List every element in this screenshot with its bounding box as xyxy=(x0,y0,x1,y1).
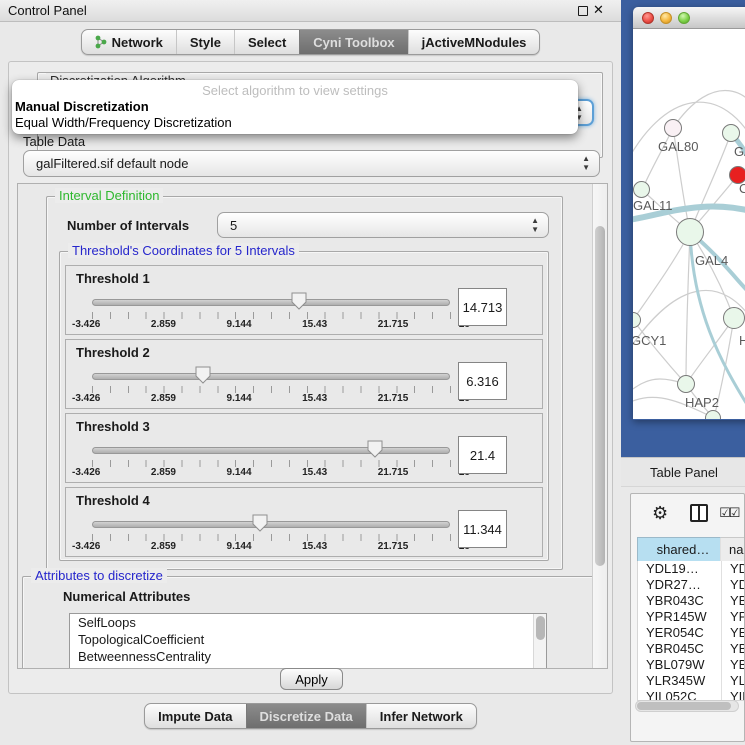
table-row[interactable]: YDL19…YDL1 xyxy=(638,561,745,577)
float-window-icon[interactable] xyxy=(578,6,588,16)
network-node[interactable] xyxy=(705,410,721,419)
table-data-value: galFiltered.sif default node xyxy=(36,156,188,171)
threshold-1-value[interactable]: 14.713 xyxy=(458,288,507,326)
table-row[interactable]: YER054CYER0 xyxy=(638,625,745,641)
list-item[interactable]: SelfLoops xyxy=(70,614,546,631)
select-columns-icon[interactable]: ☑☑ xyxy=(719,505,738,521)
threshold-1-panel: Threshold 1 -3.4262.8599.144 15.4321.715… xyxy=(65,265,543,335)
settings-scroll-panel: Interval Definition Number of Intervals … xyxy=(17,183,608,669)
network-desktop: GAL80 GA C GAL11 GAL4 GCY1 H HAP2 xyxy=(621,0,745,457)
dropdown-option-equal-width[interactable]: Equal Width/Frequency Discretization xyxy=(12,114,578,130)
gear-icon[interactable]: ⚙ xyxy=(652,503,668,524)
minimize-traffic-light-icon[interactable] xyxy=(660,12,672,24)
dropdown-placeholder-option[interactable]: Select algorithm to view settings xyxy=(12,80,578,98)
node-label: H xyxy=(739,333,745,348)
column-header-name[interactable]: na xyxy=(721,537,745,561)
threshold-3-value[interactable]: 21.4 xyxy=(458,436,507,474)
close-icon[interactable]: ✕ xyxy=(593,2,604,18)
network-window-titlebar[interactable] xyxy=(633,7,745,29)
node-label: GAL11 xyxy=(633,198,673,213)
interval-definition-group: Interval Definition Number of Intervals … xyxy=(46,196,563,570)
settings-scrollbar[interactable] xyxy=(592,184,607,668)
threshold-2-value[interactable]: 6.316 xyxy=(458,362,507,400)
tab-discretize-data[interactable]: Discretize Data xyxy=(246,704,366,728)
tab-network[interactable]: Network xyxy=(82,30,176,54)
table-panel: ⚙ ☑☑ shared… na YDL19…YDL1 YDR27…YDR2 YB… xyxy=(630,493,745,742)
tab-style[interactable]: Style xyxy=(176,30,234,54)
network-node[interactable] xyxy=(677,375,695,393)
thresholds-group: Threshold's Coordinates for 5 Intervals … xyxy=(59,251,549,561)
threshold-4-slider[interactable] xyxy=(92,521,450,528)
threshold-4-panel: Threshold 4 -3.4262.8599.144 15.4321.715… xyxy=(65,487,543,557)
close-traffic-light-icon[interactable] xyxy=(642,12,654,24)
threshold-1-slider[interactable] xyxy=(92,299,450,306)
table-row[interactable]: YBR045CYBR0 xyxy=(638,641,745,657)
node-label: GCY1 xyxy=(633,333,666,348)
threshold-3-panel: Threshold 3 -3.4262.8599.144 15.4321.715… xyxy=(65,413,543,483)
top-tab-bar: Network Style Select Cyni Toolbox jActiv… xyxy=(0,29,621,55)
slider-ticks xyxy=(92,460,451,467)
tab-select[interactable]: Select xyxy=(234,30,299,54)
zoom-traffic-light-icon[interactable] xyxy=(678,12,690,24)
slider-ticks xyxy=(92,534,451,541)
table-row[interactable]: YDR27…YDR2 xyxy=(638,577,745,593)
panel-title: Control Panel xyxy=(8,3,87,18)
combo-spinner-icon: ▲▼ xyxy=(582,154,590,172)
network-node[interactable] xyxy=(723,307,745,329)
node-label: GA xyxy=(734,144,745,159)
combo-spinner-icon: ▲▼ xyxy=(531,216,539,234)
threshold-2-slider[interactable] xyxy=(92,373,450,380)
table-data-combobox[interactable]: galFiltered.sif default node ▲▼ xyxy=(23,150,600,177)
attributes-group: Attributes to discretize Numerical Attri… xyxy=(22,576,594,669)
numerical-attributes-label: Numerical Attributes xyxy=(63,589,190,604)
table-horizontal-scrollbar[interactable] xyxy=(635,700,739,712)
dropdown-option-manual[interactable]: Manual Discretization xyxy=(12,98,578,114)
tab-jactivemnodules[interactable]: jActiveMNodules xyxy=(408,30,540,54)
network-canvas[interactable]: GAL80 GA C GAL11 GAL4 GCY1 H HAP2 xyxy=(633,29,745,419)
cyni-toolbox-panel: Discretization Algorithm ▲▼ Table Data g… xyxy=(8,61,613,694)
network-icon xyxy=(95,35,107,49)
slider-ticks xyxy=(92,386,451,393)
number-of-intervals-combobox[interactable]: 5 ▲▼ xyxy=(217,212,549,238)
list-item[interactable]: BetweennessCentrality xyxy=(70,648,546,665)
table-row[interactable]: YBL079WYBL0 xyxy=(638,657,745,673)
list-scrollbar[interactable] xyxy=(533,614,546,669)
column-layout-icon[interactable] xyxy=(690,504,708,522)
network-node[interactable] xyxy=(676,218,704,246)
network-node[interactable] xyxy=(722,124,740,142)
table-row[interactable]: YLR345WYLR3 xyxy=(638,673,745,689)
slider-ticks xyxy=(92,312,451,319)
tab-cyni-toolbox[interactable]: Cyni Toolbox xyxy=(299,30,407,54)
node-label: GAL80 xyxy=(658,139,698,154)
table-row[interactable]: YPR145WYPR1 xyxy=(638,609,745,625)
list-item[interactable]: TopologicalCoefficient xyxy=(70,631,546,648)
threshold-4-value[interactable]: 11.344 xyxy=(458,510,507,548)
network-node[interactable] xyxy=(664,119,682,137)
table-row[interactable]: YBR043CYBR0 xyxy=(638,593,745,609)
table-panel-header: Table Panel xyxy=(621,457,745,487)
control-panel-titlebar: Control Panel xyxy=(0,0,621,22)
numerical-attributes-list: SelfLoops TopologicalCoefficient Between… xyxy=(69,613,547,669)
network-window: GAL80 GA C GAL11 GAL4 GCY1 H HAP2 xyxy=(633,7,745,420)
node-label: C xyxy=(739,181,745,196)
node-table: shared… na YDL19…YDL1 YDR27…YDR2 YBR043C… xyxy=(637,537,745,701)
apply-button[interactable]: Apply xyxy=(280,668,343,690)
node-label: GAL4 xyxy=(695,253,728,268)
number-of-intervals-label: Number of Intervals xyxy=(67,218,189,233)
column-header-shared-name[interactable]: shared… xyxy=(637,537,721,561)
table-panel-title: Table Panel xyxy=(650,465,718,480)
tab-infer-network[interactable]: Infer Network xyxy=(366,704,476,728)
threshold-2-panel: Threshold 2 -3.4262.8599.144 15.4321.715… xyxy=(65,339,543,409)
bottom-tab-bar: Impute Data Discretize Data Infer Networ… xyxy=(0,703,621,729)
node-label: HAP2 xyxy=(685,395,719,410)
table-data-label: Table Data xyxy=(23,134,85,149)
network-node[interactable] xyxy=(633,181,650,198)
algorithm-dropdown-popup: Select algorithm to view settings Manual… xyxy=(12,80,578,134)
threshold-3-slider[interactable] xyxy=(92,447,450,454)
tab-impute-data[interactable]: Impute Data xyxy=(145,704,245,728)
